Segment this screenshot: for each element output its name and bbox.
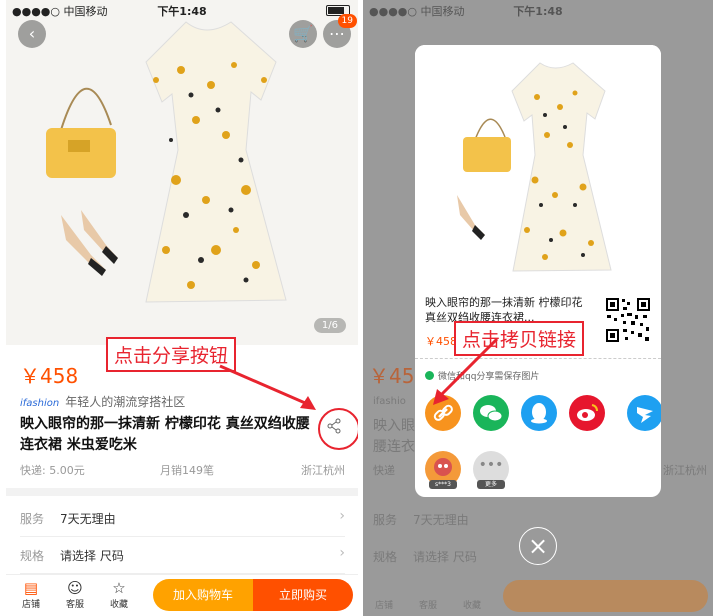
add-to-cart-button[interactable]: 加入购物车 xyxy=(153,579,253,611)
cart-icon: 🛒 xyxy=(293,24,313,43)
spec-row[interactable]: 规格 请选择 尺码 › xyxy=(20,537,345,574)
product-image[interactable]: 1/6 xyxy=(6,0,358,345)
bag-shape xyxy=(46,128,116,178)
chat-icon: ☺ xyxy=(67,579,83,597)
cart-button[interactable]: 🛒 xyxy=(289,20,317,48)
share-qq-button[interactable] xyxy=(521,395,557,431)
bg-location: 浙江杭州 xyxy=(663,464,707,477)
more-contacts-button[interactable]: ••• 更多 xyxy=(473,451,509,489)
tab-service[interactable]: ☺ 客服 xyxy=(60,579,90,610)
monthly-sales: 月销149笔 xyxy=(160,464,214,477)
bg-tab-shop: 店铺 xyxy=(375,601,394,611)
spec-label: 规格 xyxy=(20,549,45,563)
service-value: 7天无理由 xyxy=(60,512,116,526)
shop-line[interactable]: ifashion 年轻人的潮流穿搭社区 xyxy=(20,393,185,410)
more-label: 更多 xyxy=(477,480,505,489)
bg-tab-fav: 收藏 xyxy=(463,601,482,611)
bg-service: 服务 xyxy=(373,513,398,527)
status-time: 下午1:48 xyxy=(157,5,207,18)
service-label: 服务 xyxy=(20,512,45,526)
shop-icon: ▤ xyxy=(23,579,39,597)
back-button[interactable]: ‹ xyxy=(18,20,46,48)
dress-photo xyxy=(6,0,358,345)
share-weibo-button[interactable] xyxy=(569,395,605,431)
tab-favorite[interactable]: ☆ 收藏 xyxy=(104,579,134,610)
ship-from: 浙江杭州 xyxy=(301,464,345,477)
chevron-right-icon: › xyxy=(339,508,345,524)
shipping-fee: 快递: 5.00元 xyxy=(20,464,85,477)
chevron-left-icon: ‹ xyxy=(28,24,36,43)
notification-badge: 19 xyxy=(337,14,357,28)
bg-title: 映入眼 xyxy=(373,418,415,434)
dress-thumbnail xyxy=(415,45,661,290)
status-bar: ●●●●○ 中国移动 下午1:48 xyxy=(363,0,713,18)
product-detail-screen: 1/6 ●●●●○ 中国移动 下午1:48 ‹ 🛒 ⋯ 19 ￥458 ifas… xyxy=(6,0,358,616)
bg-price: ￥45 xyxy=(369,364,415,388)
qr-code xyxy=(605,297,651,343)
buy-now-button[interactable]: 立即购买 xyxy=(253,579,353,611)
bg-tab-service: 客服 xyxy=(419,601,438,611)
share-dialog-screen: ￥45 ifashio 映入眼 腰连衣 快递 浙江杭州 服务 7天无理由 规格 … xyxy=(363,0,713,616)
status-time: 下午1:48 xyxy=(513,5,563,18)
product-price: ￥458 xyxy=(20,364,79,388)
service-row[interactable]: 服务 7天无理由 › xyxy=(20,500,345,537)
shop-name: 年轻人的潮流穿搭社区 xyxy=(65,395,186,409)
share-card: 映入眼帘的那一抹清新 柠檬印花 真丝双绉收腰连衣裙... ￥458 微信和qq分… xyxy=(415,45,661,497)
more-icon: ••• xyxy=(478,457,504,473)
tab-service-label: 客服 xyxy=(65,600,84,610)
spec-value: 请选择 尺码 xyxy=(60,549,124,563)
close-icon: × xyxy=(527,532,549,560)
close-button[interactable]: × xyxy=(519,527,557,565)
bg-spec: 规格 xyxy=(373,550,398,564)
chevron-right-icon: › xyxy=(339,545,345,561)
bg-buttons xyxy=(503,580,708,612)
share-card-image xyxy=(415,45,661,290)
dingtalk-icon xyxy=(637,407,653,423)
bg-service-val: 7天无理由 xyxy=(413,513,469,527)
annotation-arrow xyxy=(219,364,316,410)
bg-title-2: 腰连衣 xyxy=(373,439,415,455)
bg-spec-val: 请选择 尺码 xyxy=(413,550,477,564)
tab-shop[interactable]: ▤ 店铺 xyxy=(16,579,46,610)
more-button[interactable]: ⋯ 19 xyxy=(323,14,357,48)
weibo-icon xyxy=(577,404,598,421)
status-bar: ●●●●○ 中国移动 下午1:48 xyxy=(6,0,358,18)
annotation-arrow xyxy=(433,337,499,405)
contact-name: s***3 xyxy=(429,480,457,489)
star-icon: ☆ xyxy=(112,579,126,597)
tab-shop-label: 店铺 xyxy=(21,600,40,610)
bg-shipping: 快递 xyxy=(373,464,395,477)
share-dingtalk-button[interactable] xyxy=(627,395,661,431)
tab-favorite-label: 收藏 xyxy=(109,600,128,610)
bg-logo: ifashio xyxy=(373,396,406,407)
bottom-action-bar: ▤ 店铺 ☺ 客服 ☆ 收藏 加入购物车 立即购买 xyxy=(6,574,358,616)
divider xyxy=(6,488,358,496)
share-icon[interactable] xyxy=(326,418,342,439)
recent-contact-avatar[interactable]: s***3 xyxy=(425,451,461,489)
qq-icon xyxy=(531,403,547,424)
product-title: 映入眼帘的那一抹清新 柠檬印花 真丝双绉收腰连衣裙 米虫爱吃米 xyxy=(20,416,310,453)
image-pager: 1/6 xyxy=(313,318,346,333)
shop-logo: ifashion xyxy=(20,398,60,409)
